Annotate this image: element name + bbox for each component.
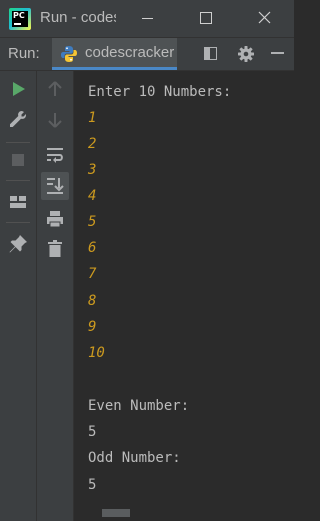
maximize-button[interactable]	[185, 0, 225, 36]
gear-icon	[238, 46, 254, 62]
run-label: Run:	[8, 45, 40, 62]
console-truncated-line: ’ ’	[88, 71, 278, 79]
console-input-line: 9	[88, 319, 97, 335]
console-input-line: 6	[88, 240, 97, 256]
clear-all-button[interactable]	[43, 237, 67, 261]
trash-icon	[48, 240, 62, 257]
next-occurrence-button[interactable]	[43, 108, 67, 132]
soft-wrap-icon	[47, 148, 63, 163]
minimize-icon	[142, 18, 153, 19]
minimize-button[interactable]	[127, 0, 167, 36]
scroll-to-end-button[interactable]	[41, 172, 69, 200]
arrow-up-icon	[48, 81, 62, 96]
print-icon	[47, 211, 63, 228]
title-bar: PC Run - codescracker	[0, 0, 294, 38]
odd-number-label: Odd Number:	[88, 450, 181, 466]
console-input-line: 10	[88, 345, 105, 361]
window-title: Run - codescracker	[40, 9, 116, 26]
run-icon	[13, 82, 25, 96]
layout-icon	[10, 196, 26, 208]
console-input-line: 7	[88, 266, 97, 282]
tab-codescracker[interactable]: codescracker	[52, 38, 177, 70]
horizontal-scrollbar-thumb[interactable]	[102, 509, 130, 517]
pin-tab-button[interactable]	[6, 232, 30, 256]
console-input-line: 3	[88, 162, 97, 178]
tab-label: codescracker	[85, 44, 175, 61]
hide-panel-button[interactable]	[271, 52, 284, 54]
rerun-button[interactable]	[6, 77, 30, 101]
layout-settings-button[interactable]	[202, 45, 220, 63]
console-input-line: 8	[88, 293, 97, 309]
odd-number-count: 5	[88, 477, 97, 493]
stop-icon	[12, 154, 24, 166]
wrench-icon	[10, 111, 26, 127]
previous-occurrence-button[interactable]	[43, 77, 67, 101]
ide-window: PC Run - codescracker Run:	[0, 0, 294, 521]
maximize-icon	[200, 12, 212, 24]
soft-wrap-button[interactable]	[43, 143, 67, 167]
settings-button[interactable]	[237, 45, 255, 63]
console-input-line: 1	[88, 110, 97, 126]
scroll-to-end-icon	[47, 178, 64, 194]
close-button[interactable]	[244, 0, 284, 36]
even-number-label: Even Number:	[88, 398, 190, 414]
python-icon	[61, 46, 77, 62]
console-prompt: Enter 10 Numbers:	[88, 84, 232, 100]
edit-configuration-button[interactable]	[6, 108, 30, 132]
stop-button[interactable]	[6, 148, 30, 172]
console-actions-toolbar	[37, 71, 74, 521]
console-input-line: 4	[88, 188, 97, 204]
console-input-line: 5	[88, 214, 97, 230]
close-icon	[258, 11, 271, 24]
console-output[interactable]: ’ ’ Enter 10 Numbers: 1 2 3 4 5 6 7 8 9 …	[74, 71, 294, 521]
run-actions-toolbar	[0, 71, 37, 521]
even-number-count: 5	[88, 424, 97, 440]
console-input-line: 2	[88, 136, 97, 152]
app-icon-text: PC	[13, 11, 25, 20]
pycharm-logo-icon: PC	[9, 8, 31, 30]
print-button[interactable]	[43, 207, 67, 231]
run-tool-window-header: Run: codescracker	[0, 38, 294, 71]
pin-icon	[9, 235, 27, 253]
restore-layout-button[interactable]	[6, 190, 30, 214]
arrow-down-icon	[48, 113, 62, 128]
